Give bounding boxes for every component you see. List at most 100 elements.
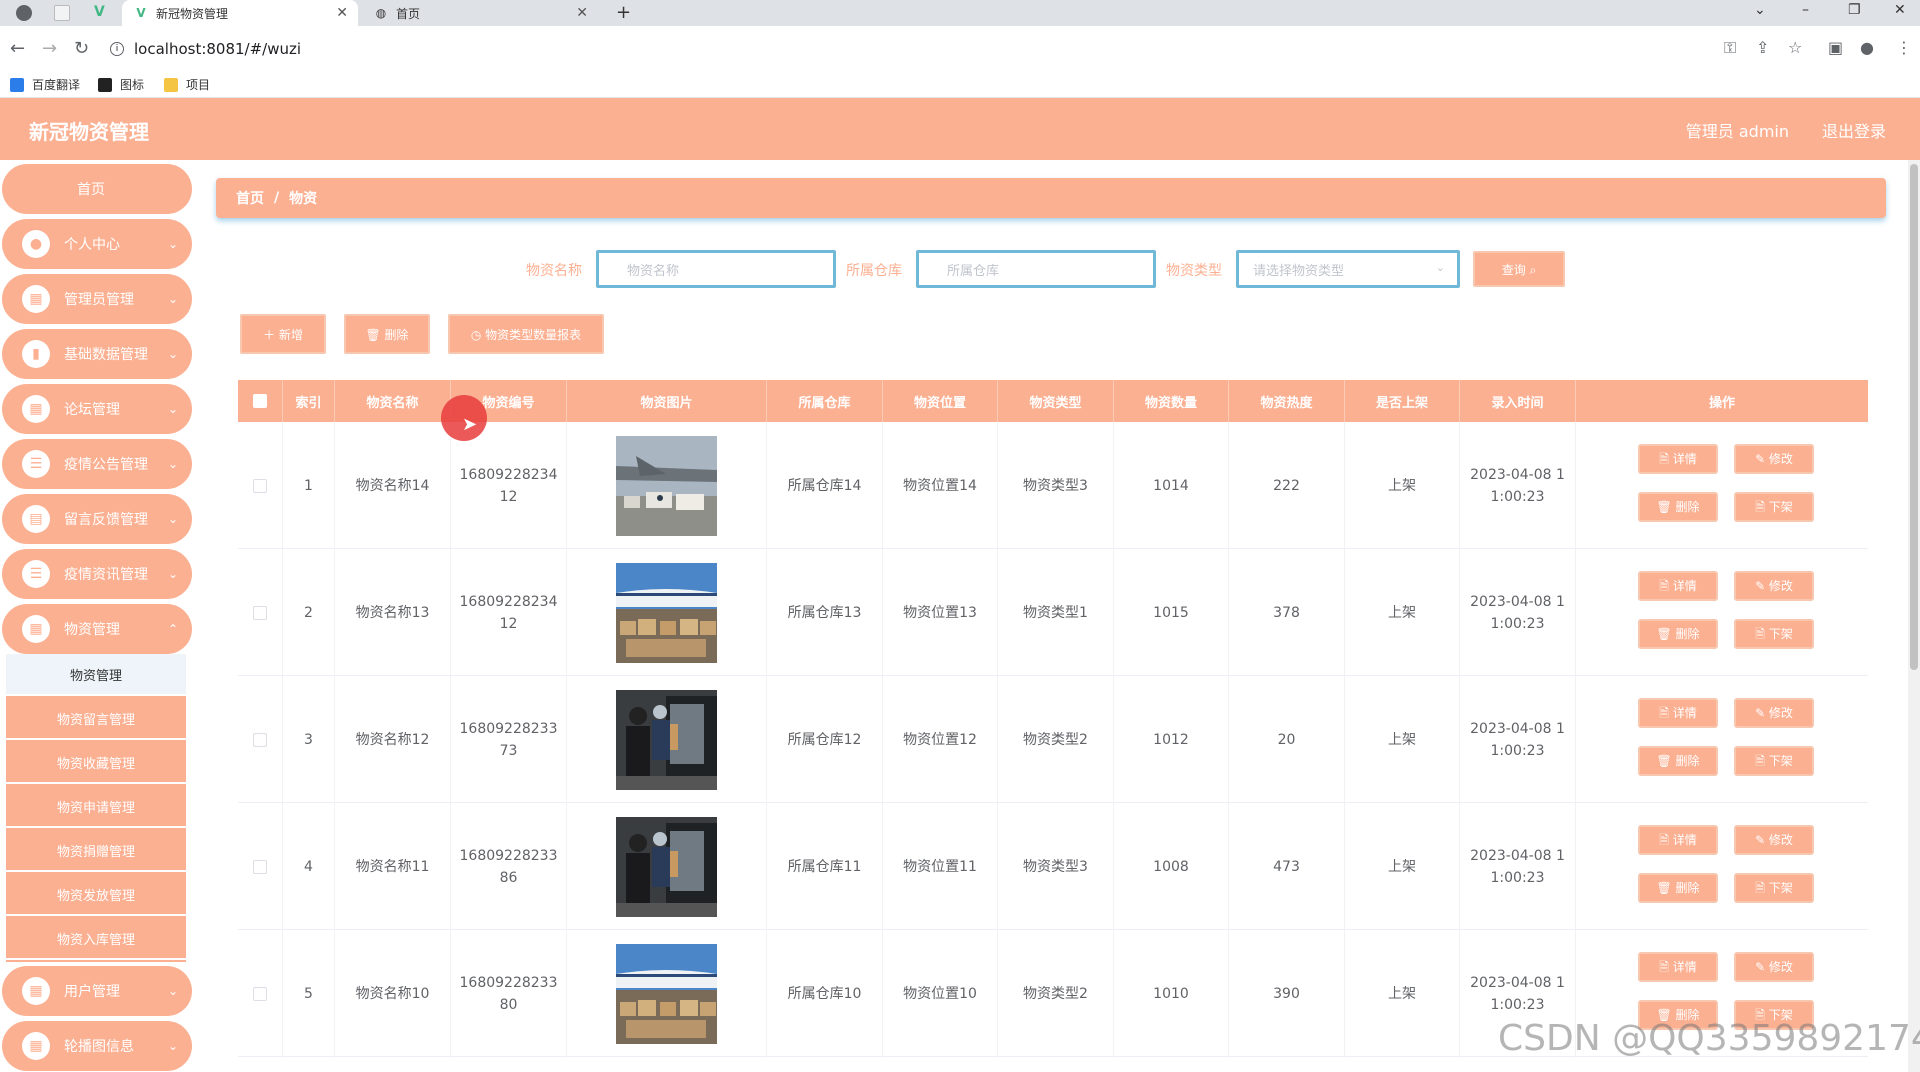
submenu-item-stockin[interactable]: 物资入库管理 [6, 918, 186, 960]
row-checkbox[interactable] [253, 732, 267, 747]
row-checkbox[interactable] [253, 605, 267, 620]
sidebar-item-wuzi[interactable]: ▦ 物资管理 ⌃ [2, 604, 192, 654]
detail-button[interactable]: 🗎 详情 [1638, 825, 1718, 855]
cell-location: 物资位置14 [883, 422, 998, 549]
table-row[interactable]: 2 物资名称13 16809228234 12 所属仓库13 物资位置13 物资类型1 10… [238, 549, 1868, 676]
breadcrumb-home[interactable]: 首页 [236, 188, 264, 208]
forward-icon[interactable]: → [42, 38, 57, 59]
minimize-icon[interactable]: – [1802, 2, 1809, 18]
material-photo[interactable] [616, 689, 717, 790]
window-close-icon[interactable]: ✕ [1894, 2, 1906, 18]
material-photo[interactable] [616, 435, 717, 536]
row-delete-button[interactable]: 🗑 删除 [1638, 746, 1718, 776]
cell-warehouse: 所属仓库10 [767, 930, 883, 1057]
index-text: 4 [304, 858, 313, 875]
type-text: 物资类型3 [1023, 858, 1088, 875]
sidebar-item-feedback[interactable]: ▤ 留言反馈管理 ⌄ [2, 494, 192, 544]
material-photo[interactable] [616, 816, 717, 917]
submenu-item-apply[interactable]: 物资申请管理 [6, 786, 186, 828]
row-delete-button[interactable]: 🗑 删除 [1638, 619, 1718, 649]
select-all-checkbox[interactable] [253, 394, 267, 408]
edit-button[interactable]: ✎ 修改 [1734, 444, 1814, 474]
edit-button[interactable]: ✎ 修改 [1734, 825, 1814, 855]
bookmarks-bar: 百度翻译 图标 项目 [0, 72, 1920, 98]
row-delete-button[interactable]: 🗑 删除 [1638, 492, 1718, 522]
info-icon[interactable]: i [110, 42, 124, 56]
delete-button[interactable]: 🗑 删除 [344, 314, 430, 354]
star-icon[interactable]: ☆ [1788, 38, 1802, 57]
detail-button[interactable]: 🗎 详情 [1638, 444, 1718, 474]
table-row[interactable]: 3 物资名称12 16809228233 73 所属仓库12 物资位置12 物资类型2 10… [238, 676, 1868, 803]
material-photo[interactable] [616, 562, 717, 663]
search-name-input[interactable]: 物资名称 [596, 250, 836, 288]
warehouse-text: 所属仓库11 [787, 858, 862, 875]
column-header: 物资图片 [567, 380, 767, 422]
search-warehouse-input[interactable]: 所属仓库 [916, 250, 1156, 288]
key-icon[interactable]: ⚿ [1724, 38, 1736, 58]
vue-tab-icon[interactable]: V [94, 4, 105, 20]
row-delete-button[interactable]: 🗑 删除 [1638, 873, 1718, 903]
submenu-item-distribute[interactable]: 物资发放管理 [6, 874, 186, 916]
reload-icon[interactable]: ↻ [74, 38, 89, 59]
pinned-tab-icon[interactable] [54, 5, 70, 21]
edit-button[interactable]: ✎ 修改 [1734, 698, 1814, 728]
share-icon[interactable]: ⇪ [1756, 38, 1769, 57]
menu-icon[interactable]: ⋮ [1896, 38, 1912, 57]
material-photo[interactable] [616, 943, 717, 1044]
query-button[interactable]: 查询 ⌕ [1473, 251, 1565, 287]
edit-button[interactable]: ✎ 修改 [1734, 571, 1814, 601]
bookmark-item[interactable]: 项目 [164, 76, 210, 93]
submenu-item-collect[interactable]: 物资收藏管理 [6, 742, 186, 784]
sidepanel-icon[interactable]: ▣ [1828, 38, 1843, 57]
row-checkbox[interactable] [253, 859, 267, 874]
sidebar-item-forum[interactable]: ▦ 论坛管理 ⌄ [2, 384, 192, 434]
add-button[interactable]: ＋ 新增 [240, 314, 326, 354]
back-icon[interactable]: ← [10, 38, 25, 59]
sidebar-item-news[interactable]: ☰ 疫情资讯管理 ⌄ [2, 549, 192, 599]
table-row[interactable]: 4 物资名称11 16809228233 86 所属仓库11 物资位置11 物资类型3 10… [238, 803, 1868, 930]
bookmark-item[interactable]: 图标 [98, 76, 144, 93]
row-checkbox[interactable] [253, 478, 267, 493]
sidebar-item-admin[interactable]: ▦ 管理员管理 ⌄ [2, 274, 192, 324]
cell-index: 3 [283, 676, 335, 803]
sidebar-item-notice[interactable]: ☰ 疫情公告管理 ⌄ [2, 439, 192, 489]
offshelf-button[interactable]: 🗎 下架 [1734, 492, 1814, 522]
restore-icon[interactable]: ❐ [1848, 2, 1861, 18]
offshelf-button[interactable]: 🗎 下架 [1734, 873, 1814, 903]
sidebar-item-users[interactable]: ▦ 用户管理 ⌄ [2, 966, 192, 1016]
detail-button[interactable]: 🗎 详情 [1638, 698, 1718, 728]
report-button[interactable]: ◷ 物资类型数量报表 [448, 314, 604, 354]
submenu-item-message[interactable]: 物资留言管理 [6, 698, 186, 740]
close-icon[interactable]: ✕ [576, 5, 588, 21]
url-field[interactable]: i localhost:8081/#/wuzi [110, 36, 301, 62]
cell-time: 2023-04-08 1 1:00:23 [1460, 549, 1576, 676]
sidebar-item-home[interactable]: 首页 [2, 164, 192, 214]
location-text: 物资位置10 [903, 985, 977, 1002]
detail-button[interactable]: 🗎 详情 [1638, 571, 1718, 601]
offshelf-button[interactable]: 🗎 下架 [1734, 619, 1814, 649]
submenu-item-wuzi[interactable]: 物资管理 [6, 654, 186, 696]
sidebar-item-personal[interactable]: ● 个人中心 ⌄ [2, 219, 192, 269]
offshelf-button[interactable]: 🗎 下架 [1734, 746, 1814, 776]
tab-wuzi[interactable]: V 新冠物资管理 ✕ [122, 0, 358, 26]
detail-button[interactable]: 🗎 详情 [1638, 952, 1718, 982]
cell-time: 2023-04-08 1 1:00:23 [1460, 676, 1576, 803]
scrollbar[interactable] [1908, 160, 1920, 1072]
pinned-tab-icon[interactable] [16, 5, 32, 21]
row-checkbox[interactable] [253, 986, 267, 1001]
tab-home[interactable]: ◍ 首页 ✕ [362, 0, 598, 26]
profile-icon[interactable]: ● [1860, 38, 1874, 57]
table-row[interactable]: 1 物资名称14 16809228234 12 所属仓库14 物资位置14 物资类型3 10… [238, 422, 1868, 549]
logout-link[interactable]: 退出登录 [1822, 118, 1886, 142]
new-tab-icon[interactable]: + [616, 2, 631, 23]
scroll-thumb[interactable] [1910, 164, 1918, 670]
bookmark-item[interactable]: 百度翻译 [10, 76, 80, 93]
edit-button[interactable]: ✎ 修改 [1734, 952, 1814, 982]
tab-search-icon[interactable]: ⌄ [1754, 2, 1766, 18]
heat-text: 20 [1277, 731, 1296, 748]
sidebar-item-carousel[interactable]: ▦ 轮播图信息 ⌄ [2, 1021, 192, 1071]
sidebar-item-basedata[interactable]: ▮ 基础数据管理 ⌄ [2, 329, 192, 379]
submenu-item-donate[interactable]: 物资捐赠管理 [6, 830, 186, 872]
search-type-select[interactable]: 请选择物资类型 ⌄ [1236, 250, 1460, 288]
close-icon[interactable]: ✕ [336, 5, 348, 21]
